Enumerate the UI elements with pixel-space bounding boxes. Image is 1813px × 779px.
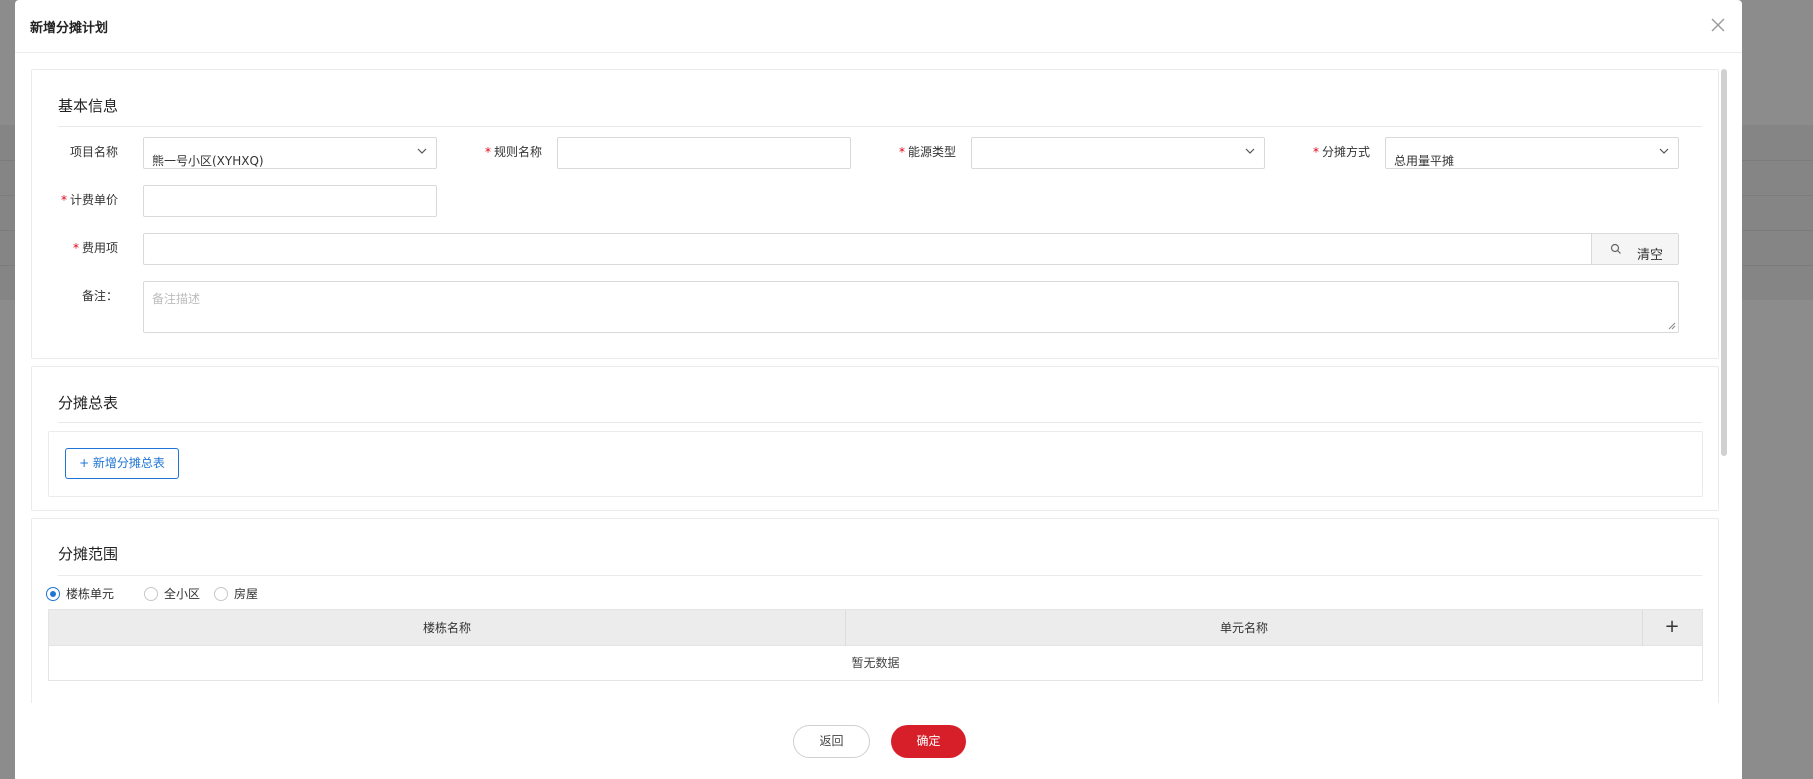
basic-info-title: 基本信息 [58, 97, 119, 115]
remark-label: 备注： [81, 289, 118, 303]
energy-type-select[interactable] [971, 137, 1265, 169]
radio-dot [214, 586, 228, 601]
required-mark: * [60, 193, 67, 207]
basic-info-card: 基本信息 项目名称 熊一号小区(XYHXQ) * 规则名称 * 能源类型 * 分摊方式… [31, 69, 1719, 359]
column-header-building-name: 楼栋名称 [49, 610, 846, 646]
allocation-meter-box: + 新增分摊总表 [48, 431, 1703, 497]
scope-table: 楼栋名称 单元名称 + 暂无数据 [48, 609, 1703, 681]
add-allocation-plan-modal: 新增分摊计划 基本信息 项目名称 熊一号小区(XYHXQ) * 规则名称 * 能源类… [15, 0, 1742, 779]
radio-label: 全小区 [164, 587, 201, 601]
modal-scrollbar[interactable] [1721, 69, 1727, 456]
add-row-button[interactable]: + [1642, 610, 1702, 646]
clear-button[interactable]: 清空 [1637, 241, 1663, 271]
chevron-down-icon [1659, 148, 1669, 154]
confirm-button[interactable]: 确定 [891, 725, 966, 758]
radio-label: 房屋 [234, 587, 259, 601]
chevron-down-icon [1245, 148, 1255, 154]
project-name-select[interactable]: 熊一号小区(XYHXQ) [143, 137, 437, 169]
allocation-method-label: * 分摊方式 [1312, 145, 1370, 159]
section-divider [58, 575, 1702, 576]
required-mark: * [898, 145, 905, 159]
required-mark: * [1312, 145, 1319, 159]
radio-whole-community[interactable]: 全小区 [144, 585, 200, 602]
allocation-meter-card: 分摊总表 + 新增分摊总表 [31, 366, 1719, 511]
close-icon[interactable] [1708, 15, 1728, 35]
required-mark: * [484, 145, 491, 159]
modal-body: 基本信息 项目名称 熊一号小区(XYHXQ) * 规则名称 * 能源类型 * 分摊方式… [15, 53, 1742, 703]
project-name-label: 项目名称 [69, 145, 118, 159]
resize-grip-icon[interactable] [1668, 322, 1676, 330]
add-allocation-meter-button[interactable]: + 新增分摊总表 [65, 448, 179, 479]
energy-type-label: * 能源类型 [898, 145, 956, 159]
project-name-value: 熊一号小区(XYHXQ) [152, 154, 264, 168]
required-mark: * [72, 241, 79, 255]
rule-name-label: * 规则名称 [484, 145, 542, 159]
modal-title: 新增分摊计划 [30, 21, 109, 36]
radio-house[interactable]: 房屋 [214, 585, 258, 602]
unit-price-label: * 计费单价 [60, 193, 118, 207]
unit-price-input[interactable] [143, 185, 437, 217]
back-button[interactable]: 返回 [793, 725, 870, 758]
modal-footer: 返回 确定 [15, 703, 1742, 779]
allocation-scope-title: 分摊范围 [58, 545, 119, 563]
radio-dot [46, 586, 60, 601]
allocation-method-select[interactable]: 总用量平摊 [1385, 137, 1679, 169]
rule-name-input[interactable] [557, 137, 851, 169]
modal-header: 新增分摊计划 [15, 0, 1742, 53]
fee-item-input[interactable]: 清空 [143, 233, 1679, 265]
column-header-unit-name: 单元名称 [846, 610, 1643, 646]
fee-item-label: * 费用项 [72, 241, 118, 255]
section-divider [58, 126, 1702, 127]
section-divider [58, 422, 1702, 423]
remark-textarea[interactable]: 备注描述 [143, 281, 1679, 333]
fee-item-actions: 清空 [1591, 234, 1678, 264]
radio-dot [144, 586, 158, 601]
remark-placeholder: 备注描述 [152, 292, 201, 306]
allocation-meter-title: 分摊总表 [58, 394, 119, 412]
radio-building-unit[interactable]: 楼栋单元 [46, 585, 114, 602]
chevron-down-icon [417, 148, 427, 154]
allocation-method-value: 总用量平摊 [1394, 154, 1455, 168]
table-empty-text: 暂无数据 [851, 656, 900, 670]
allocation-scope-card: 分摊范围 楼栋单元 全小区 房屋 楼栋名称 单元名称 + 暂无数据 [31, 518, 1719, 703]
radio-label: 楼栋单元 [66, 587, 115, 601]
search-icon[interactable] [1610, 243, 1622, 255]
table-header-row: 楼栋名称 单元名称 + [49, 610, 1702, 646]
